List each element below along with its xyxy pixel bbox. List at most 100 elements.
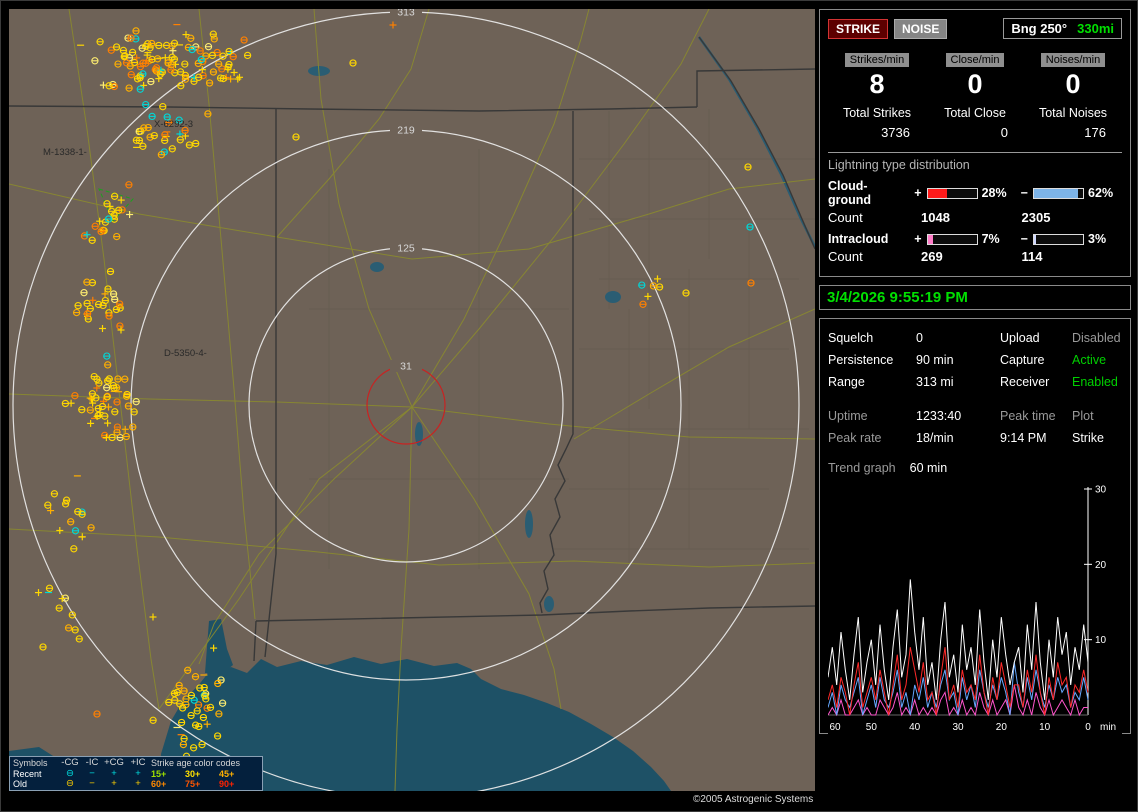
svg-text:50: 50 — [866, 722, 878, 733]
legend-col-pos-cg: +CG — [104, 757, 124, 769]
noises-per-min-chip: Noises/min — [1040, 53, 1106, 67]
svg-text:D-5350-4-: D-5350-4- — [164, 348, 207, 359]
bearing-value: Bng 250° — [1011, 21, 1068, 36]
persistence-label: Persistence — [828, 353, 894, 367]
plus-sign: + — [914, 232, 922, 246]
totals-row: Total Strikes Total Close Total Noises 3… — [828, 106, 1122, 140]
circle-minus-icon: ⊖ — [66, 778, 74, 790]
close-per-min-value: 0 — [967, 69, 983, 99]
svg-text:30: 30 — [1095, 485, 1107, 496]
cg-positive-pct: 28% — [981, 186, 1007, 200]
svg-text:10: 10 — [1039, 722, 1051, 733]
strikes-per-min-chip: Strikes/min — [844, 53, 910, 67]
age-code-75: 75+ — [185, 779, 201, 790]
peak-time-value: 9:14 PM — [1000, 431, 1047, 445]
trend-graph-duration: 60 min — [909, 461, 948, 475]
upload-status: Disabled — [1072, 331, 1121, 345]
capture-label: Capture — [1000, 353, 1045, 367]
bearing-display: Bng 250° 330mi — [1003, 18, 1122, 39]
svg-text:313: 313 — [397, 9, 415, 19]
svg-text:31: 31 — [400, 361, 412, 373]
total-close-value: 0 — [1000, 125, 1008, 140]
plus-icon: + — [111, 767, 117, 779]
ic-positive-pct: 7% — [981, 232, 1000, 246]
ic-positive-bar — [926, 233, 978, 245]
right-panel: STRIKE NOISE Bng 250° 330mi Strikes/min … — [819, 9, 1131, 741]
map-canvas[interactable]: 31 125 219 313 X-6292-3 M-1338-1- D-5350-4- — [9, 9, 815, 791]
legend-col-neg-cg: -CG — [61, 757, 79, 769]
close-per-min-chip: Close/min — [945, 53, 1005, 67]
lightning-distribution: Lightning type distribution Cloud-ground… — [828, 152, 1122, 264]
legend-title-age-codes: Strike age color codes — [151, 758, 241, 769]
svg-text:M-1338-1-: M-1338-1- — [43, 147, 87, 158]
ic-positive-count: 269 — [921, 249, 943, 264]
plus-sign: + — [914, 186, 922, 200]
cloud-ground-label: Cloud-ground — [828, 179, 872, 207]
legend-row-old-label: Old — [13, 779, 28, 790]
lake — [605, 291, 621, 303]
lake — [370, 262, 384, 272]
squelch-label: Squelch — [828, 331, 874, 345]
peak-rate-label: Peak rate — [828, 431, 882, 445]
receiver-label: Receiver — [1000, 375, 1050, 389]
age-code-90: 90+ — [219, 779, 235, 790]
ic-count-row: Count 269 114 — [828, 249, 1122, 264]
trend-graph-chart: 10 20 30 60 50 40 30 20 10 0 min — [827, 483, 1122, 741]
legend-title-symbols: Symbols — [13, 758, 48, 769]
cg-count-label: Count — [828, 210, 863, 225]
svg-text:min: min — [1100, 722, 1116, 733]
rate-counters: Strikes/min Close/min Noises/min 8 0 0 — [828, 53, 1122, 100]
legend-col-pos-ic: +IC — [130, 757, 146, 769]
minus-icon: − — [89, 778, 95, 790]
cloud-ground-row: Cloud-ground + 28% − 62% — [828, 179, 1122, 207]
ic-negative-count: 114 — [1021, 249, 1043, 264]
cg-negative-count: 2305 — [1021, 210, 1051, 225]
trend-graph-label: Trend graph — [828, 461, 896, 475]
total-noises-label: Total Noises — [1038, 106, 1108, 120]
strike-button[interactable]: STRIKE — [828, 18, 889, 39]
trend-graph-row: Trend graph 60 min — [828, 461, 1122, 475]
status-grid: Squelch 0 Upload Disabled Persistence 90… — [828, 331, 1122, 389]
receiver-status: Enabled — [1072, 375, 1118, 389]
ic-negative-bar — [1033, 233, 1085, 245]
cg-negative-bar — [1033, 187, 1085, 199]
uptime-grid: Uptime 1233:40 Peak time Plot Peak rate … — [828, 409, 1122, 445]
map-legend: Symbols -CG -IC +CG +IC Strike age color… — [9, 756, 263, 791]
age-code-30: 30+ — [185, 768, 201, 779]
ic-negative-pct: 3% — [1088, 232, 1107, 246]
lake — [525, 510, 533, 538]
capture-status: Active — [1072, 353, 1107, 367]
range-value: 313 mi — [916, 375, 954, 389]
cg-positive-count: 1048 — [921, 210, 950, 225]
cg-negative-pct: 62% — [1088, 186, 1114, 200]
total-close-label: Total Close — [944, 106, 1006, 120]
intracloud-label: Intracloud — [828, 232, 889, 246]
lightning-map[interactable]: 31 125 219 313 X-6292-3 M-1338-1- D-5350-4- Sy… — [9, 9, 815, 791]
svg-text:20: 20 — [996, 722, 1008, 733]
lake — [544, 596, 554, 612]
svg-text:219: 219 — [397, 125, 415, 137]
total-strikes-label: Total Strikes — [842, 106, 912, 120]
status-panel: Squelch 0 Upload Disabled Persistence 90… — [819, 318, 1131, 741]
datetime-text: 3/4/2026 9:55:19 PM — [827, 289, 968, 306]
svg-text:0: 0 — [1085, 722, 1091, 733]
upload-label: Upload — [1000, 331, 1040, 345]
noises-per-min-value: 0 — [1065, 69, 1081, 99]
peak-time-label: Peak time — [1000, 409, 1056, 423]
svg-text:125: 125 — [397, 243, 415, 255]
svg-text:10: 10 — [1095, 635, 1107, 646]
copyright-text: ©2005 Astrogenic Systems — [693, 794, 814, 805]
plot-value: Strike — [1072, 431, 1104, 445]
persistence-value: 90 min — [916, 353, 954, 367]
cg-positive-bar — [926, 187, 978, 199]
age-code-15: 15+ — [151, 768, 167, 779]
uptime-value: 1233:40 — [916, 409, 962, 423]
intracloud-row: Intracloud + 7% − 3% — [828, 232, 1122, 246]
plus-icon: + — [135, 767, 141, 779]
legend-col-neg-ic: -IC — [85, 757, 99, 769]
strikes-per-min-value: 8 — [869, 69, 885, 99]
svg-text:20: 20 — [1095, 560, 1107, 571]
plus-icon: + — [135, 778, 141, 790]
distribution-title: Lightning type distribution — [828, 158, 970, 172]
noise-button[interactable]: NOISE — [894, 18, 948, 39]
